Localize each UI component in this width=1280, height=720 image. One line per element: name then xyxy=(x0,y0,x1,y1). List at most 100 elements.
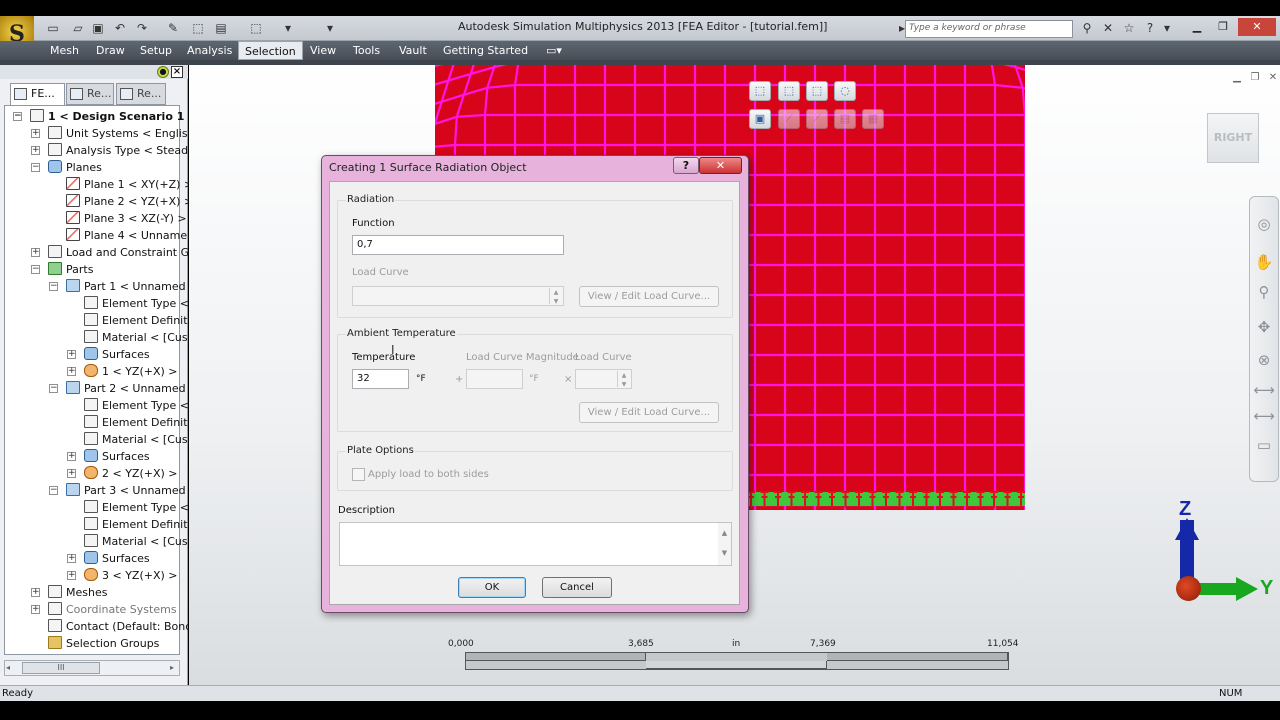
view-cube[interactable]: RIGHT xyxy=(1207,113,1259,163)
dialog-close-button[interactable]: ✕ xyxy=(699,157,742,174)
menu-getting-started[interactable]: Getting Started xyxy=(437,41,534,60)
tree-item[interactable]: − Parts xyxy=(31,261,93,278)
menu-view[interactable]: View xyxy=(304,41,342,60)
expand-icon[interactable]: + xyxy=(31,129,40,138)
help-dropdown-icon[interactable]: ▾ xyxy=(1158,19,1176,37)
collapse-icon[interactable]: − xyxy=(31,265,40,274)
tree-item[interactable]: Selection Groups xyxy=(48,635,159,652)
expand-icon[interactable]: + xyxy=(31,605,40,614)
collapse-icon[interactable]: − xyxy=(49,486,58,495)
edit-icon[interactable]: ⬚ xyxy=(190,20,206,36)
menu-analysis[interactable]: Analysis xyxy=(181,41,238,60)
tab-results[interactable]: Re... xyxy=(66,83,114,105)
tools-icon[interactable]: ✕ xyxy=(1099,19,1117,37)
pan-hand-icon[interactable]: ✋ xyxy=(1252,250,1276,274)
tab-fea-tree[interactable]: FE... xyxy=(10,83,65,106)
tab-report[interactable]: Re... xyxy=(116,83,166,105)
tree-item[interactable]: + Meshes xyxy=(31,584,107,601)
tree-item[interactable]: +2 < YZ(+X) > xyxy=(67,465,178,482)
menu-mesh[interactable]: Mesh xyxy=(44,41,85,60)
tree-item[interactable]: − 1 < Design Scenario 1 > xyxy=(13,108,197,125)
tree-item[interactable]: + Analysis Type < Steady xyxy=(31,142,195,159)
viewport-restore-icon[interactable]: ❐ xyxy=(1248,72,1262,84)
description-textarea[interactable] xyxy=(339,522,732,566)
tree-item[interactable]: + Surfaces xyxy=(67,448,150,465)
expand-icon[interactable]: + xyxy=(67,554,76,563)
menu-setup[interactable]: Setup xyxy=(134,41,178,60)
tree-item[interactable]: + Load and Constraint G xyxy=(31,244,189,261)
menu-tools[interactable]: Tools xyxy=(347,41,386,60)
tree-item[interactable]: − Planes xyxy=(31,159,102,176)
scroll-thumb[interactable]: III xyxy=(22,662,100,674)
undo-icon[interactable]: ↶ xyxy=(112,20,128,36)
center-icon[interactable]: ⊗ xyxy=(1252,348,1276,372)
tree-item[interactable]: Plane 1 < XY(+Z) > xyxy=(66,176,193,193)
tree-item[interactable]: Plane 4 < Unname xyxy=(66,227,187,244)
zoom-icon[interactable]: ⚲ xyxy=(1252,280,1276,304)
tree-item[interactable]: Material < [Cus xyxy=(84,329,188,346)
select-rectangle-icon[interactable]: ⬚ xyxy=(749,81,771,101)
fit-icon[interactable]: ⟷ xyxy=(1252,404,1276,428)
tree-item[interactable]: − Part 1 < Unnamed xyxy=(49,278,186,295)
tree-item[interactable]: Element Definit xyxy=(84,516,188,533)
expand-icon[interactable]: + xyxy=(67,452,76,461)
tree-item[interactable]: Element Definit xyxy=(84,312,188,329)
select-dropdown-icon[interactable]: ▾ xyxy=(280,20,296,36)
tree-item[interactable]: Plane 2 < YZ(+X) > xyxy=(66,193,193,210)
description-scroll-icon[interactable]: ▲ ▼ xyxy=(718,523,731,565)
select-point-icon[interactable]: ⬚ xyxy=(778,81,800,101)
tree-item[interactable]: Plane 3 < XZ(-Y) > xyxy=(66,210,187,227)
menu-vault[interactable]: Vault xyxy=(393,41,433,60)
viewport-minimize-icon[interactable]: ▁ xyxy=(1230,72,1244,84)
maximize-button[interactable]: ❐ xyxy=(1210,18,1236,36)
scroll-right-icon[interactable]: ▸ xyxy=(170,663,174,672)
expand-icon[interactable]: + xyxy=(67,350,76,359)
open-folder-icon[interactable]: ▱ xyxy=(70,20,86,36)
redo-icon[interactable]: ↷ xyxy=(134,20,150,36)
tree-item[interactable]: Element Type < xyxy=(84,499,189,516)
save-icon[interactable]: ▣ xyxy=(90,20,106,36)
expand-icon[interactable]: + xyxy=(67,469,76,478)
tree-item[interactable]: + Surfaces xyxy=(67,550,150,567)
ok-button[interactable]: OK xyxy=(458,577,526,598)
dialog-help-button[interactable]: ? xyxy=(673,157,699,174)
collapse-icon[interactable]: − xyxy=(31,163,40,172)
draw-icon[interactable]: ✎ xyxy=(165,20,181,36)
new-file-icon[interactable]: ▭ xyxy=(45,20,61,36)
tree-item[interactable]: − Part 3 < Unnamed xyxy=(49,482,186,499)
customize-menu-icon[interactable]: ▭▾ xyxy=(540,41,568,60)
menu-draw[interactable]: Draw xyxy=(90,41,131,60)
look-at-icon[interactable]: ⟷ xyxy=(1252,378,1276,402)
search-input[interactable]: Type a keyword or phrase xyxy=(905,20,1073,38)
panel-close-icon[interactable]: × xyxy=(171,66,183,78)
tree-item[interactable]: +1 < YZ(+X) > xyxy=(67,363,178,380)
collapse-icon[interactable]: − xyxy=(49,384,58,393)
expand-icon[interactable]: + xyxy=(67,571,76,580)
tree-item[interactable]: +3 < YZ(+X) > xyxy=(67,567,178,584)
tree-item[interactable]: + Unit Systems < English xyxy=(31,125,195,142)
table-icon[interactable]: ▤ xyxy=(213,20,229,36)
steering-wheel-icon[interactable]: ◎ xyxy=(1252,212,1276,236)
tree-item[interactable]: + Surfaces xyxy=(67,346,150,363)
tree-item[interactable]: Material < [Cus xyxy=(84,533,188,550)
cancel-button[interactable]: Cancel xyxy=(542,577,612,598)
expand-icon[interactable]: + xyxy=(67,367,76,376)
viewport-close-icon[interactable]: ✕ xyxy=(1266,72,1280,84)
binoculars-icon[interactable]: ⚲ xyxy=(1078,19,1096,37)
help-icon[interactable]: ? xyxy=(1141,19,1159,37)
scroll-left-icon[interactable]: ◂ xyxy=(6,663,10,672)
close-button[interactable]: ✕ xyxy=(1238,18,1276,36)
select-circle-icon[interactable]: ◌ xyxy=(834,81,856,101)
temperature-input[interactable]: 32 xyxy=(352,369,409,389)
view-dropdown-icon[interactable]: ▾ xyxy=(322,20,338,36)
selection-box-icon[interactable]: ⬚ xyxy=(248,20,264,36)
tree-item[interactable]: Element Type < xyxy=(84,295,189,312)
expand-icon[interactable]: + xyxy=(31,248,40,257)
minimize-button[interactable]: ▁ xyxy=(1184,18,1210,36)
expand-icon[interactable]: + xyxy=(31,146,40,155)
menu-selection[interactable]: Selection xyxy=(238,41,303,60)
pin-icon[interactable]: ● xyxy=(157,66,169,78)
tree-item[interactable]: Contact (Default: Bonc xyxy=(48,618,191,635)
tree-item[interactable]: Element Definit xyxy=(84,414,188,431)
collapse-icon[interactable]: − xyxy=(49,282,58,291)
